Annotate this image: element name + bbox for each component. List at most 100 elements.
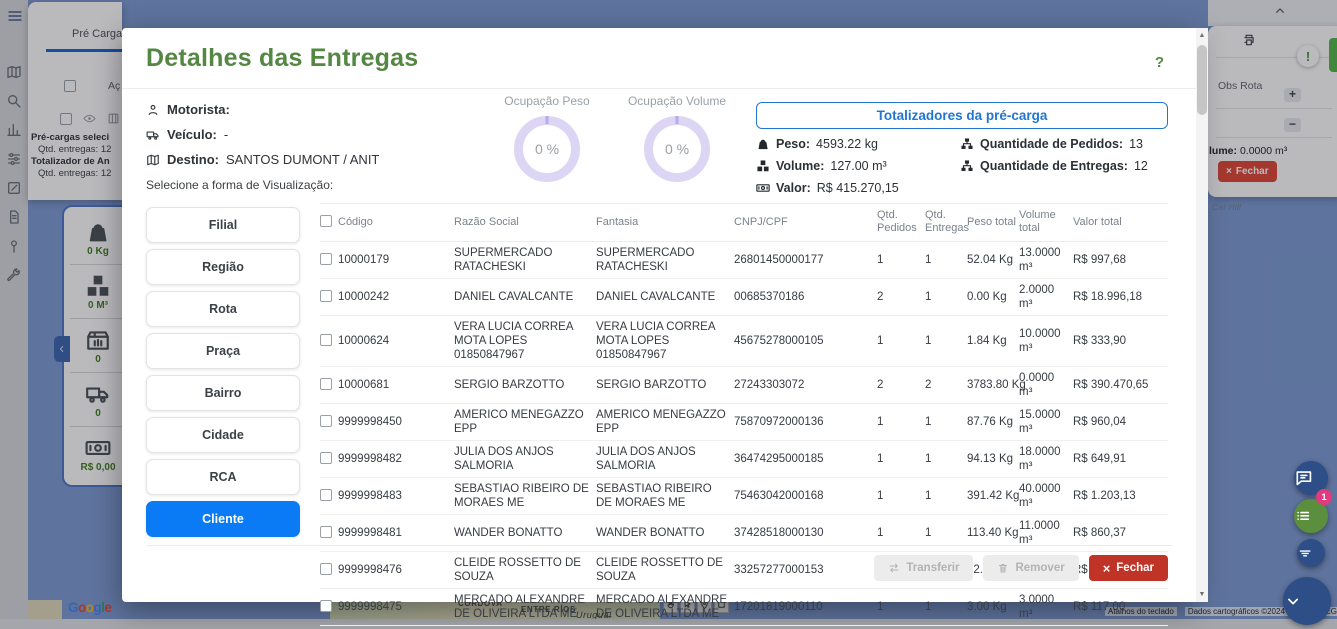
- view-button-cliente[interactable]: Cliente: [146, 501, 300, 537]
- destino-label: Destino:: [167, 152, 219, 167]
- table-cell: 10.0000 m³: [1019, 323, 1073, 359]
- table-cell: 75870972000136: [734, 411, 877, 433]
- table-cell: 10000681: [320, 374, 454, 396]
- table-cell: 1: [877, 411, 925, 433]
- row-checkbox[interactable]: [320, 378, 332, 390]
- table-row[interactable]: 9999998481WANDER BONATTOWANDER BONATTO37…: [320, 515, 1168, 552]
- table-row[interactable]: 9999998450AMERICO MENEGAZZO EPPAMERICO M…: [320, 404, 1168, 441]
- modal-scrollbar[interactable]: ▲ ▼: [1196, 28, 1208, 602]
- table-cell: 0.00 Kg: [967, 286, 1019, 308]
- select-view-label: Selecione a forma de Visualização:: [146, 178, 333, 192]
- table-cell: CLEIDE ROSSETTO DE SOUZA: [596, 552, 734, 588]
- table-cell: DANIEL CAVALCANTE: [596, 286, 734, 308]
- view-button-região[interactable]: Região: [146, 249, 300, 285]
- scroll-down-arrow[interactable]: ▼: [1196, 587, 1208, 602]
- table-cell: VERA LUCIA CORREA MOTA LOPES 01850847967: [596, 316, 734, 366]
- table-row[interactable]: 9999998482JULIA DOS ANJOS SALMORIAJULIA …: [320, 441, 1168, 478]
- view-button-praça[interactable]: Praça: [146, 333, 300, 369]
- table-cell: R$ 333,90: [1073, 330, 1159, 352]
- row-checkbox[interactable]: [320, 563, 332, 575]
- filter-fab-button[interactable]: [1297, 539, 1325, 567]
- table-cell: 9999998483: [320, 485, 454, 507]
- view-button-rota[interactable]: Rota: [146, 291, 300, 327]
- table-cell: 1: [925, 411, 967, 433]
- table-cell: SEBASTIAO RIBEIRO DE MORAES ME: [454, 478, 596, 514]
- view-button-rca[interactable]: RCA: [146, 459, 300, 495]
- remover-button[interactable]: Remover: [983, 555, 1078, 581]
- transferir-button[interactable]: Transferir: [874, 555, 973, 581]
- table-cell: R$ 18.996,18: [1073, 286, 1159, 308]
- table-cell: 9999998450: [320, 411, 454, 433]
- table-header-cell: Valor total: [1073, 211, 1159, 234]
- table-row[interactable]: 10000242DANIEL CAVALCANTEDANIEL CAVALCAN…: [320, 279, 1168, 316]
- row-checkbox[interactable]: [320, 600, 332, 612]
- totalizadores-header: Totalizadores da pré-carga: [756, 102, 1168, 129]
- view-button-cidade[interactable]: Cidade: [146, 417, 300, 453]
- table-cell: CLEIDE ROSSETTO DE SOUZA: [454, 552, 596, 588]
- list-icon: [1294, 506, 1328, 526]
- table-cell: R$ 649,91: [1073, 448, 1159, 470]
- row-checkbox[interactable]: [320, 415, 332, 427]
- table-cell: 2.0000 m³: [1019, 279, 1073, 315]
- expand-fab-button[interactable]: [1283, 577, 1331, 625]
- view-button-bairro[interactable]: Bairro: [146, 375, 300, 411]
- table-cell: 1: [877, 485, 925, 507]
- table-cell: 33257277000153: [734, 559, 877, 581]
- table-cell: 9999998482: [320, 448, 454, 470]
- row-checkbox[interactable]: [320, 452, 332, 464]
- row-checkbox[interactable]: [320, 526, 332, 538]
- valor-value: R$ 415.270,15: [817, 181, 899, 195]
- table-cell: AMERICO MENEGAZZO EPP: [596, 404, 734, 440]
- table-cell: R$ 997,68: [1073, 249, 1159, 271]
- table-cell: 15.0000 m³: [1019, 404, 1073, 440]
- notification-badge: 1: [1316, 489, 1332, 505]
- table-cell: 36474295000185: [734, 448, 877, 470]
- table-cell: 94.13 Kg: [967, 448, 1019, 470]
- money-icon: [756, 181, 770, 195]
- table-cell: R$ 960,04: [1073, 411, 1159, 433]
- view-button-filial[interactable]: Filial: [146, 207, 300, 243]
- row-checkbox[interactable]: [320, 290, 332, 302]
- table-cell: 2: [877, 286, 925, 308]
- table-row[interactable]: 9999998475MERCADO ALEXANDRE DE OLIVEIRA …: [320, 589, 1168, 626]
- cubes-icon: [756, 159, 770, 173]
- row-checkbox[interactable]: [320, 253, 332, 265]
- table-cell: R$ 390.470,65: [1073, 374, 1159, 396]
- table-cell: 10000179: [320, 249, 454, 271]
- table-row[interactable]: 9999998483SEBASTIAO RIBEIRO DE MORAES ME…: [320, 478, 1168, 515]
- table-cell: 00685370186: [734, 286, 877, 308]
- table-cell: SEBASTIAO RIBEIRO DE MORAES ME: [596, 478, 734, 514]
- scrollbar-thumb[interactable]: [1197, 45, 1207, 115]
- row-checkbox[interactable]: [320, 334, 332, 346]
- table-cell: 27243303072: [734, 374, 877, 396]
- scroll-up-arrow[interactable]: ▲: [1196, 28, 1208, 43]
- chevron-down-icon: [1283, 591, 1331, 611]
- table-row[interactable]: 10000681SERGIO BARZOTTOSERGIO BARZOTTO27…: [320, 367, 1168, 404]
- entregas-value: 12: [1134, 159, 1148, 173]
- table-cell: MERCADO ALEXANDRE DE OLIVEIRA LTDA ME: [596, 589, 734, 625]
- table-cell: 9999998481: [320, 522, 454, 544]
- view-buttons-column: Filial Região Rota Praça Bairro Cidade RCA Clie…: [146, 207, 300, 537]
- table-cell: 1: [877, 596, 925, 618]
- table-cell: SERGIO BARZOTTO: [454, 374, 596, 396]
- select-all-checkbox[interactable]: [320, 215, 332, 227]
- table-cell: R$ 117,00: [1073, 596, 1159, 618]
- table-row[interactable]: 10000624VERA LUCIA CORREA MOTA LOPES 018…: [320, 316, 1168, 367]
- table-cell: 1: [925, 448, 967, 470]
- row-checkbox[interactable]: [320, 489, 332, 501]
- table-row[interactable]: 10000179SUPERMERCADO RATACHESKISUPERMERC…: [320, 242, 1168, 279]
- motorista-label: Motorista:: [167, 102, 230, 117]
- table-cell: 1: [925, 485, 967, 507]
- table-cell: 0.0000 m³: [1019, 367, 1073, 403]
- table-cell: 391.42 Kg: [967, 485, 1019, 507]
- table-cell: R$ 860,37: [1073, 522, 1159, 544]
- table-header-cell: Razão Social: [454, 211, 596, 234]
- help-button[interactable]: ?: [1155, 54, 1164, 71]
- chat-icon: [1294, 468, 1328, 488]
- table-cell: 1: [877, 249, 925, 271]
- table-cell: 17201819000110: [734, 596, 877, 618]
- table-cell: 9999998476: [320, 559, 454, 581]
- destino-value: SANTOS DUMONT / ANIT: [226, 152, 379, 167]
- fechar-button[interactable]: × Fechar: [1089, 555, 1168, 581]
- table-cell: 1: [925, 522, 967, 544]
